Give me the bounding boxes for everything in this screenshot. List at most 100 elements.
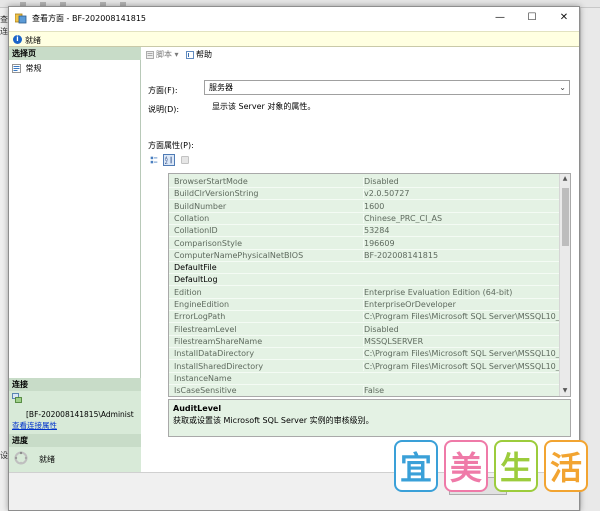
property-value: v2.0.50727 bbox=[363, 189, 559, 199]
property-value: Disabled bbox=[363, 324, 559, 334]
help-property-title: AuditLevel bbox=[173, 404, 222, 413]
property-row[interactable]: Edition Enterprise Evaluation Edition (64… bbox=[169, 287, 559, 299]
property-name: InstanceName bbox=[174, 373, 232, 383]
dialog-toolbar: 脚本 ▾ 帮助 bbox=[142, 47, 579, 61]
scroll-up-arrow-icon[interactable]: ▲ bbox=[560, 174, 570, 184]
categorized-sort-icon[interactable] bbox=[148, 154, 160, 166]
property-row[interactable]: InstallSharedDirectory C:\Program Files\M… bbox=[169, 361, 559, 373]
property-value: C:\Program Files\Microsoft SQL Server\MS… bbox=[363, 361, 559, 371]
property-row[interactable]: EngineEdition EnterpriseOrDeveloper bbox=[169, 299, 559, 311]
facet-properties-label: 方面属性(P): bbox=[148, 141, 194, 150]
watermark-char: 宜 bbox=[394, 440, 438, 492]
property-row[interactable]: CollationID 53284 bbox=[169, 225, 559, 238]
background-left-strip: 查 连 设 bbox=[0, 8, 8, 511]
chevron-down-icon: ⌄ bbox=[559, 83, 566, 92]
view-facets-dialog: 查看方面 - BF-202008141815 — ☐ ✕ i 就绪 选择页 常规… bbox=[8, 6, 580, 511]
property-value: 1600 bbox=[363, 201, 559, 211]
property-value: Disabled bbox=[363, 177, 559, 186]
property-row[interactable]: DefaultLog bbox=[169, 274, 559, 287]
property-row[interactable]: ComputerNamePhysicalNetBIOS BF-2020081418… bbox=[169, 250, 559, 262]
progress-header: 进度 bbox=[9, 434, 141, 447]
server-connection-icon bbox=[12, 393, 22, 403]
connection-header: 连接 bbox=[9, 378, 141, 391]
property-row[interactable]: BrowserStartMode Disabled bbox=[169, 176, 559, 188]
background-char: 查 bbox=[0, 15, 8, 24]
svg-text:Z: Z bbox=[165, 160, 168, 165]
property-value: Chinese_PRC_CI_AS bbox=[363, 213, 559, 223]
property-name: DefaultFile bbox=[174, 263, 217, 273]
property-name: CollationID bbox=[174, 226, 218, 236]
status-bar: i 就绪 bbox=[9, 31, 579, 47]
property-name: BuildNumber bbox=[174, 201, 227, 211]
help-property-description: 获取或设置该 Microsoft SQL Server 实例的审核级别。 bbox=[173, 416, 374, 425]
alphabetical-sort-icon[interactable]: AZ bbox=[163, 154, 175, 166]
property-row[interactable]: BuildClrVersionString v2.0.50727 bbox=[169, 188, 559, 201]
window-title: 查看方面 - BF-202008141815 bbox=[32, 14, 147, 23]
facet-label: 方面(F): bbox=[148, 86, 178, 95]
scroll-down-arrow-icon[interactable]: ▼ bbox=[560, 386, 570, 396]
script-icon bbox=[146, 50, 154, 59]
background-char: 连 bbox=[0, 27, 8, 36]
content-area: 脚本 ▾ 帮助 方面(F): 服务器 ⌄ 说明(D): 显示该 Server 对… bbox=[142, 47, 579, 472]
property-value: C:\Program Files\Microsoft SQL Server\MS… bbox=[363, 312, 559, 322]
status-text: 就绪 bbox=[25, 36, 41, 45]
property-value: BF-202008141815 bbox=[363, 250, 559, 260]
property-row[interactable]: IsCaseSensitive False bbox=[169, 385, 559, 396]
property-name: Edition bbox=[174, 287, 202, 297]
property-name: BrowserStartMode bbox=[174, 177, 248, 186]
facet-dropdown[interactable]: 服务器 ⌄ bbox=[204, 80, 570, 95]
page-item-label: 常规 bbox=[25, 64, 42, 73]
property-row[interactable]: DefaultFile bbox=[169, 262, 559, 275]
property-grid: BrowserStartMode Disabled BuildClrVersionS… bbox=[168, 173, 571, 397]
page-item-general[interactable]: 常规 bbox=[12, 63, 42, 74]
help-icon bbox=[186, 50, 194, 59]
property-row[interactable]: InstanceName bbox=[169, 373, 559, 385]
property-pages-icon[interactable] bbox=[179, 154, 191, 166]
property-name: ErrorLogPath bbox=[174, 312, 226, 322]
property-name: Collation bbox=[174, 213, 210, 223]
info-icon: i bbox=[13, 35, 22, 44]
maximize-button[interactable]: ☐ bbox=[517, 7, 547, 29]
view-connection-properties-link[interactable]: 查看连接属性 bbox=[12, 420, 57, 431]
script-button[interactable]: 脚本 ▾ bbox=[146, 49, 179, 60]
watermark-logo: 宜 美 生 活 bbox=[394, 440, 588, 496]
close-button[interactable]: ✕ bbox=[549, 7, 579, 29]
description-label: 说明(D): bbox=[148, 105, 180, 114]
property-value: 53284 bbox=[363, 226, 559, 236]
background-char: 设 bbox=[0, 451, 8, 460]
property-row[interactable]: ComparisonStyle 196609 bbox=[169, 238, 559, 250]
property-name: DefaultLog bbox=[174, 275, 218, 285]
facets-window-icon bbox=[15, 13, 27, 24]
property-grid-scrollbar[interactable]: ▲ ▼ bbox=[559, 174, 570, 396]
property-name: FilestreamShareName bbox=[174, 336, 263, 346]
progress-spinner-icon bbox=[14, 451, 28, 465]
connection-section: 连接 [BF-202008141815\Administ 查看连接属性 进度 就… bbox=[9, 378, 141, 472]
minimize-button[interactable]: — bbox=[485, 7, 515, 29]
property-name: BuildClrVersionString bbox=[174, 189, 259, 199]
watermark-char: 美 bbox=[444, 440, 488, 492]
property-name: ComparisonStyle bbox=[174, 238, 242, 248]
title-bar[interactable]: 查看方面 - BF-202008141815 — ☐ ✕ bbox=[9, 7, 579, 31]
property-value: EnterpriseOrDeveloper bbox=[363, 300, 559, 309]
select-page-header: 选择页 bbox=[9, 47, 141, 60]
property-row[interactable]: FilestreamLevel Disabled bbox=[169, 324, 559, 336]
properties-page-icon bbox=[12, 64, 21, 73]
property-row[interactable]: InstallDataDirectory C:\Program Files\Mic… bbox=[169, 348, 559, 361]
scroll-thumb[interactable] bbox=[562, 188, 569, 246]
property-row[interactable]: ErrorLogPath C:\Program Files\Microsoft S… bbox=[169, 311, 559, 324]
property-name: EngineEdition bbox=[174, 300, 230, 309]
property-row[interactable]: BuildNumber 1600 bbox=[169, 201, 559, 213]
property-row[interactable]: FilestreamShareName MSSQLSERVER bbox=[169, 336, 559, 348]
property-value: C:\Program Files\Microsoft SQL Server\MS… bbox=[363, 349, 559, 359]
property-value: Enterprise Evaluation Edition (64-bit) bbox=[363, 287, 559, 297]
watermark-char: 活 bbox=[544, 440, 588, 492]
help-label: 帮助 bbox=[196, 50, 212, 59]
property-help-box: AuditLevel 获取或设置该 Microsoft SQL Server 实… bbox=[168, 399, 571, 437]
connection-server: [BF-202008141815\Administ bbox=[26, 410, 134, 419]
help-button[interactable]: 帮助 bbox=[186, 49, 212, 60]
property-name: InstallSharedDirectory bbox=[174, 361, 264, 371]
property-value: 196609 bbox=[363, 238, 559, 248]
property-row[interactable]: Collation Chinese_PRC_CI_AS bbox=[169, 213, 559, 225]
property-name: InstallDataDirectory bbox=[174, 349, 255, 359]
left-pane: 选择页 常规 连接 [BF-202008141815\Administ 查看连接… bbox=[9, 47, 141, 472]
